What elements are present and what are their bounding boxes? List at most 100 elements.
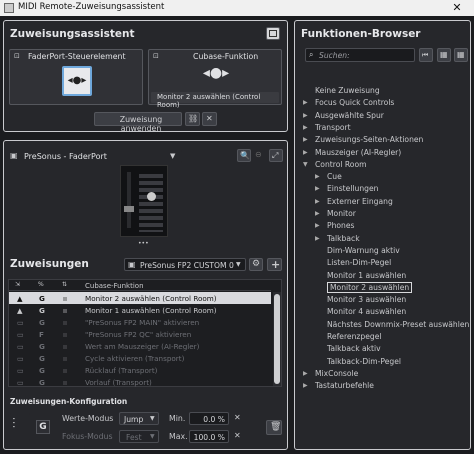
clear-button[interactable]: ✕	[202, 112, 217, 126]
browser-panel: Funktionen-Browser ⌕ Suchen: ⏮ ▦ ▦ Keine…	[294, 20, 471, 450]
max-reset-icon[interactable]: ✕	[234, 432, 241, 440]
tree-item[interactable]: Talkback-Dim-Pegel	[295, 356, 470, 368]
preset-selector[interactable]: ▣ PreSonus FP2 CUSTOM 0 ▼	[124, 258, 246, 271]
assistant-title: Zuweisungsassistent	[10, 28, 135, 40]
focus-select[interactable]: Fest ▼	[119, 430, 159, 443]
apply-label: Zuweisung anwenden	[119, 115, 163, 133]
chevron-right-icon[interactable]: ▶	[315, 210, 323, 217]
delete-assignment-button[interactable]: 🗑	[266, 420, 282, 435]
tree-item[interactable]: Listen-Dim-Pegel	[295, 257, 470, 269]
chevron-right-icon[interactable]: ▶	[315, 198, 323, 205]
row-type-icon: ıı	[63, 305, 67, 315]
chevron-right-icon[interactable]: ▶	[303, 124, 311, 131]
table-row[interactable]: ▭ Gıı Vorlauf (Transport)	[9, 376, 271, 388]
chevron-down-icon: ▼	[170, 152, 176, 160]
splitter-handle[interactable]: •••	[138, 241, 149, 247]
assignments-table: ⇲ % ⇅ Cubase-Funktion ▲ Gıı Monitor 2 ausw…	[8, 279, 282, 387]
tree-item[interactable]: ▶ Transport	[295, 122, 470, 134]
row-type-icon: ıı	[63, 317, 67, 327]
add-assignment-button[interactable]: +	[267, 258, 282, 271]
table-row[interactable]: ▭ Gıı Wert am Mauszeiger (AI-Regler)	[9, 340, 271, 352]
zoom-in-button[interactable]: 🔍	[237, 149, 251, 162]
tree-item[interactable]: Nächstes Downmix-Preset auswählen	[295, 319, 470, 331]
row-flag: G	[39, 341, 45, 351]
table-row[interactable]: ▭ Gıı Rücklauf (Transport)	[9, 364, 271, 376]
search-input[interactable]: ⌕ Suchen:	[305, 48, 415, 62]
tree-item[interactable]: ▶ MixConsole	[295, 368, 470, 380]
tree-item[interactable]: Keine Zuweisung	[295, 85, 470, 97]
faderport-device-image[interactable]	[120, 165, 168, 237]
chevron-right-icon[interactable]: ▶	[303, 149, 311, 156]
tree-item[interactable]: ▶ Einstellungen	[295, 183, 470, 195]
fader-knob-icon: ◂●▸	[67, 75, 87, 86]
chevron-right-icon[interactable]: ▶	[303, 136, 311, 143]
tree-item[interactable]: ▶ Cue	[295, 171, 470, 183]
tree-item[interactable]: ▼ Control Room	[295, 159, 470, 171]
chevron-right-icon[interactable]: ▶	[315, 222, 323, 229]
preset-name: PreSonus FP2 CUSTOM 0	[140, 261, 234, 270]
apply-assignment-button[interactable]: Zuweisung anwenden	[94, 112, 182, 133]
zoom-out-button[interactable]: ⊖	[253, 149, 267, 162]
tree-item[interactable]: ▶ Mauszeiger (AI-Regler)	[295, 147, 470, 159]
tree-item[interactable]: Monitor 1 auswählen	[295, 270, 470, 282]
tree-item[interactable]: Monitor 2 auswählen	[295, 281, 470, 294]
tree-item[interactable]: Dim-Warnung aktiv	[295, 245, 470, 257]
min-reset-icon[interactable]: ✕	[234, 414, 241, 422]
browser-option-button-2[interactable]: ▦	[454, 48, 468, 62]
chevron-right-icon[interactable]: ▶	[303, 99, 311, 106]
expand-button[interactable]: ⤢	[269, 149, 283, 162]
chevron-right-icon[interactable]: ▶	[303, 370, 311, 377]
table-row[interactable]: ▭ Gıı Cycle aktivieren (Transport)	[9, 352, 271, 364]
device-selector[interactable]: ▣ PreSonus - FaderPort ▼	[10, 150, 182, 163]
tree-item[interactable]: ▶ Ausgewählte Spur	[295, 110, 470, 122]
table-row[interactable]: ▭ Gıı "PreSonus FP2 MAIN" aktivieren	[9, 316, 271, 328]
device-icon: ▣	[10, 151, 18, 160]
tree-item[interactable]: ▶ Phones	[295, 220, 470, 232]
chevron-down-icon[interactable]: ▼	[303, 161, 311, 168]
row-function-label: Monitor 2 auswählen (Control Room)	[85, 293, 217, 303]
link-button[interactable]: ⛓	[185, 112, 200, 126]
faderport-selected-control[interactable]: ◂●▸	[62, 66, 92, 96]
row-function-label: "PreSonus FP2 MAIN" aktivieren	[85, 317, 200, 327]
max-input[interactable]: 100.0 %	[189, 430, 229, 443]
window-close-button[interactable]: ✕	[440, 0, 474, 16]
row-function-label: "PreSonus FP2 QC" aktivieren	[85, 329, 192, 339]
tree-item-label: Dim-Warnung aktiv	[327, 245, 400, 255]
tree-item[interactable]: Monitor 4 auswählen	[295, 306, 470, 318]
table-row[interactable]: ▲ Gıı Monitor 1 auswählen (Control Room)	[9, 304, 271, 316]
chevron-right-icon[interactable]: ▶	[315, 173, 323, 180]
chevron-right-icon[interactable]: ▶	[303, 112, 311, 119]
tree-item[interactable]: ▶ Zuweisungs-Seiten-Aktionen	[295, 134, 470, 146]
tree-item-label: Monitor 1 auswählen	[327, 270, 407, 280]
chevron-right-icon[interactable]: ▶	[315, 185, 323, 192]
chevron-down-icon: ▼	[236, 261, 241, 268]
chevron-down-icon: ▼	[150, 433, 155, 440]
tree-item[interactable]: Referenzpegel	[295, 331, 470, 343]
tree-item-label: Ausgewählte Spur	[315, 110, 384, 120]
tree-item[interactable]: ▶ Focus Quick Controls	[295, 97, 470, 109]
mode-select[interactable]: Jump ▼	[119, 412, 159, 425]
tree-item[interactable]: Monitor 3 auswählen	[295, 294, 470, 306]
column-flag-icon: %	[38, 281, 44, 288]
cubase-function-box: ⊡ Cubase-Funktion ◂●▸ Monitor 2 auswähle…	[148, 49, 282, 109]
min-input[interactable]: 0.0 %	[189, 412, 229, 425]
tree-item[interactable]: ▶ Monitor	[295, 208, 470, 220]
table-row[interactable]: ▭ Fıı "PreSonus FP2 QC" aktivieren	[9, 328, 271, 340]
chevron-right-icon[interactable]: ▶	[303, 382, 311, 389]
tree-item[interactable]: ▶ Tastaturbefehle	[295, 380, 470, 392]
function-icon: ⊡	[153, 52, 159, 60]
browser-option-button-1[interactable]: ▦	[437, 48, 451, 62]
chevron-right-icon[interactable]: ▶	[315, 235, 323, 242]
collapse-all-button[interactable]: ⏮	[419, 48, 433, 62]
tree-item[interactable]: Talkback aktiv	[295, 343, 470, 355]
window-titlebar: MIDI Remote-Zuweisungsassistent ✕	[0, 0, 474, 16]
preset-settings-button[interactable]: ⚙	[249, 258, 263, 271]
scrollbar-thumb[interactable]	[274, 294, 280, 384]
tree-item[interactable]: ▶ Talkback	[295, 233, 470, 245]
tree-item[interactable]: ▶ Externer Eingang	[295, 196, 470, 208]
row-flag: G	[39, 293, 45, 303]
panel-toggle-button[interactable]	[266, 27, 280, 40]
table-scrollbar[interactable]	[273, 292, 281, 386]
folder-icon: ▭	[17, 341, 24, 351]
table-row[interactable]: ▲ Gıı Monitor 2 auswählen (Control Room)	[9, 292, 271, 304]
